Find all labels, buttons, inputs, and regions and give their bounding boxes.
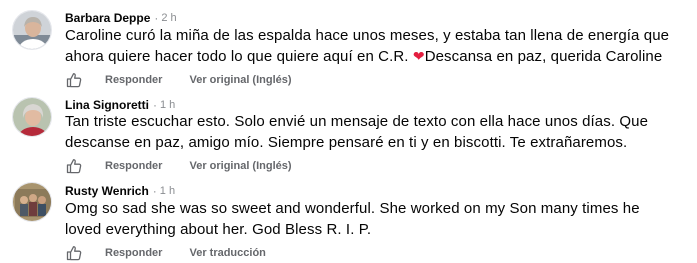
timestamp[interactable]: 1 h xyxy=(160,185,175,197)
reply-button[interactable]: Responder xyxy=(105,160,162,172)
avatar-image xyxy=(13,183,51,221)
timestamp[interactable]: 2 h xyxy=(161,12,176,24)
separator-dot: · xyxy=(152,184,157,198)
comment-actions: Responder Ver original (Inglés) xyxy=(66,72,292,88)
see-original-button[interactable]: Ver original (Inglés) xyxy=(189,160,291,172)
heart-icon: ❤ xyxy=(412,48,425,64)
comment-text-line: loved everything about her. God Bless R.… xyxy=(65,221,372,238)
see-original-button[interactable]: Ver original (Inglés) xyxy=(189,74,291,86)
comment-text: Omg so sad she was so sweet and wonderfu… xyxy=(65,198,690,240)
avatar-image xyxy=(13,98,51,136)
timestamp[interactable]: 1 h xyxy=(160,99,175,111)
avatar[interactable] xyxy=(12,182,52,222)
comment-actions: Responder Ver traducción xyxy=(66,245,266,261)
comment-actions: Responder Ver original (Inglés) xyxy=(66,158,292,174)
comment-text: Caroline curó la miña de las espalda hac… xyxy=(65,25,690,67)
author-name[interactable]: Barbara Deppe xyxy=(65,11,150,25)
reply-button[interactable]: Responder xyxy=(105,74,162,86)
comment-text-line: Caroline curó la miña de las espalda hac… xyxy=(65,27,670,44)
separator-dot: · xyxy=(154,11,159,25)
reply-button[interactable]: Responder xyxy=(105,247,162,259)
avatar-image xyxy=(13,11,51,49)
comment-header: Barbara Deppe · 2 h xyxy=(65,11,177,25)
thumbs-up-icon[interactable] xyxy=(66,158,82,174)
thumbs-up-icon[interactable] xyxy=(66,72,82,88)
comment-text-line: Tan triste escuchar esto. Solo envié un … xyxy=(65,113,649,130)
comment-header: Rusty Wenrich · 1 h xyxy=(65,184,175,198)
avatar[interactable] xyxy=(12,97,52,137)
comment-text-line: Omg so sad she was so sweet and wonderfu… xyxy=(65,200,640,217)
see-translation-button[interactable]: Ver traducción xyxy=(189,247,265,259)
thumbs-up-icon[interactable] xyxy=(66,245,82,261)
comment-text-line: descanse en paz, amigo mío. Siempre pens… xyxy=(65,134,628,151)
separator-dot: · xyxy=(153,98,157,112)
comment-header: Lina Signoretti · 1 h xyxy=(65,98,175,112)
avatar[interactable] xyxy=(12,10,52,50)
author-name[interactable]: Lina Signoretti xyxy=(65,98,149,112)
comment-text-line: Descansa en paz, querida Caroline xyxy=(424,48,663,65)
comment-text-line: ahora quiere hacer todo lo que quiere aq… xyxy=(65,48,409,65)
comment-text: Tan triste escuchar esto. Solo envié un … xyxy=(65,111,690,153)
author-name[interactable]: Rusty Wenrich xyxy=(65,184,149,198)
